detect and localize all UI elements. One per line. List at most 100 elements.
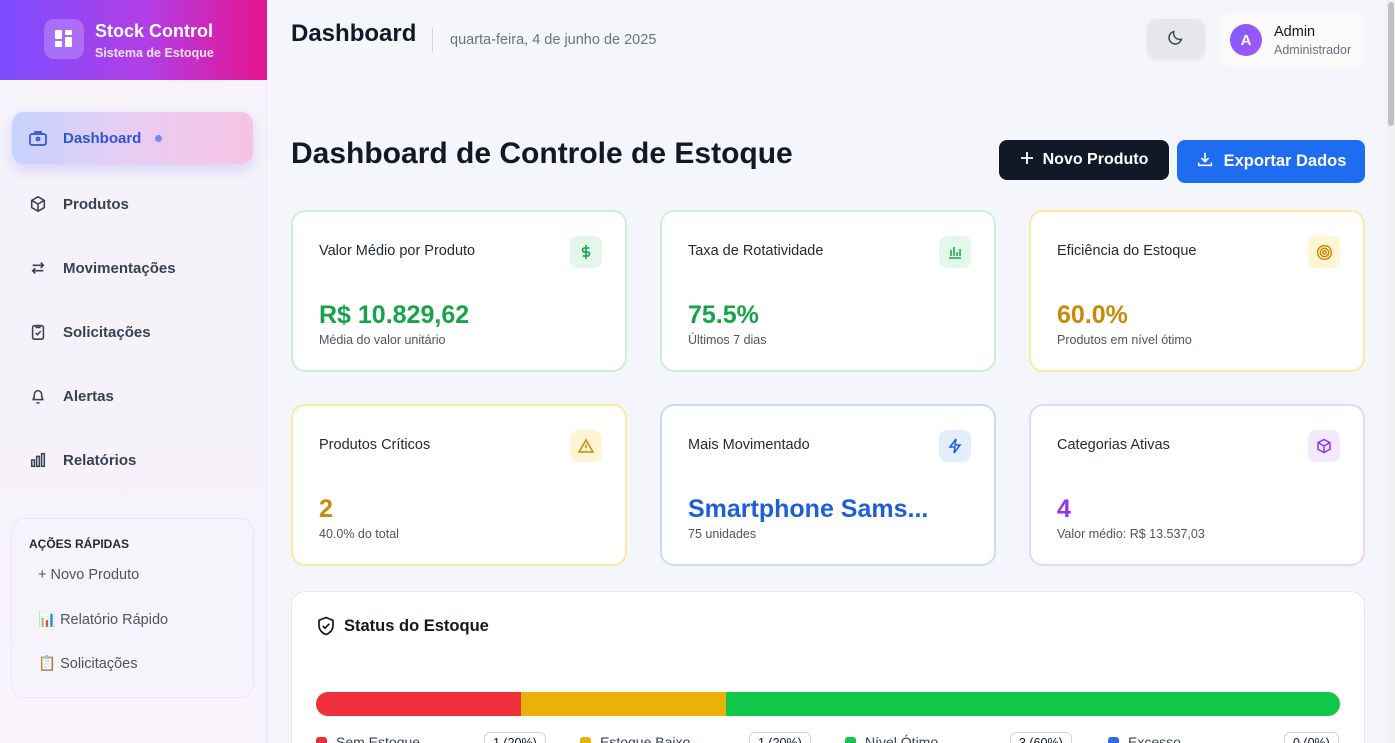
quick-action-requests[interactable]: 📋 Solicitações (38, 655, 137, 672)
legend-optimal-level: Nível Ótimo (845, 734, 938, 743)
card-label: Categorias Ativas (1057, 437, 1170, 453)
quick-actions-title: AÇÕES RÁPIDAS (29, 537, 130, 551)
sidebar-item-movimentacoes[interactable]: Movimentações (12, 242, 253, 294)
legend-count-badge: 1 (20%) (484, 732, 546, 743)
shield-check-icon (317, 616, 335, 641)
sidebar-item-label: Dashboard (63, 129, 142, 147)
target-icon (1308, 236, 1340, 268)
card-label: Taxa de Rotatividade (688, 243, 824, 259)
header-title: Dashboard (291, 20, 417, 47)
scrollbar-thumb[interactable] (1388, 2, 1394, 126)
card-value: R$ 10.829,62 (319, 301, 470, 329)
box-icon (27, 193, 49, 215)
user-role: Administrador (1274, 43, 1352, 57)
stock-status-bar (316, 692, 1340, 716)
legend-dot (845, 736, 856, 743)
avatar: A (1230, 24, 1262, 56)
sidebar-item-label: Solicitações (63, 323, 151, 341)
legend-dot (580, 736, 591, 743)
legend-label: Excesso (1128, 734, 1181, 743)
card-subtext: Últimos 7 dias (688, 333, 767, 347)
sidebar: Stock Control Sistema de Estoque Dashboa… (0, 0, 267, 743)
export-data-button[interactable]: Exportar Dados (1177, 140, 1365, 183)
briefcase-icon (27, 127, 49, 149)
stock-status-title: Status do Estoque (344, 617, 489, 635)
dashboard-grid-icon (44, 19, 84, 59)
card-subtext: Produtos em nível ótimo (1057, 333, 1192, 347)
legend-count-badge: 3 (60%) (1010, 732, 1072, 743)
bar-chart-icon (939, 236, 971, 268)
metric-card-stock-efficiency: Eficiência do Estoque 60.0% Produtos em … (1029, 210, 1365, 372)
bell-icon (27, 385, 49, 407)
card-subtext: 75 unidades (688, 527, 757, 541)
card-value: 60.0% (1057, 301, 1128, 329)
new-product-label: Novo Produto (1042, 151, 1149, 168)
sidebar-item-label: Produtos (63, 195, 129, 213)
card-label: Produtos Críticos (319, 437, 431, 453)
arrows-swap-icon (27, 257, 49, 279)
legend-dot (1108, 736, 1119, 743)
clipboard-icon (27, 321, 49, 343)
download-icon (1196, 150, 1214, 173)
sidebar-item-dashboard[interactable]: Dashboard (12, 112, 253, 164)
card-value: Smartphone Sams... (688, 495, 929, 523)
export-data-label: Exportar Dados (1223, 152, 1347, 170)
sidebar-item-label: Movimentações (63, 259, 176, 277)
stock-status-panel: Status do Estoque Sem Estoque 1 (20%) Es… (291, 591, 1365, 743)
plus-icon (1020, 151, 1034, 170)
warning-icon (570, 430, 602, 462)
legend-out-of-stock: Sem Estoque (316, 734, 420, 743)
user-menu[interactable]: A Admin Administrador (1220, 14, 1365, 66)
cube-icon (1308, 430, 1340, 462)
theme-toggle-button[interactable] (1147, 19, 1205, 59)
card-subtext: 40.0% do total (319, 527, 399, 541)
status-bar-segment-0 (316, 692, 521, 716)
user-name: Admin (1274, 24, 1316, 40)
moon-icon (1167, 28, 1185, 51)
card-value: 75.5% (688, 301, 759, 329)
legend-label: Nível Ótimo (865, 734, 939, 743)
sidebar-item-label: Relatórios (63, 451, 137, 469)
sidebar-item-produtos[interactable]: Produtos (12, 178, 253, 230)
card-subtext: Média do valor unitário (319, 333, 446, 347)
card-label: Eficiência do Estoque (1057, 243, 1197, 259)
dollar-icon (570, 236, 602, 268)
new-product-button[interactable]: Novo Produto (999, 140, 1169, 180)
metric-card-active-categories: Categorias Ativas 4 Valor médio: R$ 13.5… (1029, 404, 1365, 566)
sidebar-item-relatorios[interactable]: Relatórios (12, 434, 253, 486)
page-scrollbar[interactable] (1386, 0, 1395, 743)
header-date: quarta-feira, 4 de junho de 2025 (450, 32, 657, 48)
card-label: Valor Médio por Produto (319, 243, 476, 259)
brand-header: Stock Control Sistema de Estoque (0, 0, 267, 80)
sidebar-item-solicitacoes[interactable]: Solicitações (12, 306, 253, 358)
brand-subtitle: Sistema de Estoque (95, 46, 214, 60)
metric-card-most-moved: Mais Movimentado Smartphone Sams... 75 u… (660, 404, 996, 566)
legend-label: Estoque Baixo (600, 734, 691, 743)
status-bar-segment-1 (520, 692, 726, 716)
legend-dot (316, 736, 327, 743)
legend-label: Sem Estoque (336, 734, 421, 743)
header-divider (432, 28, 433, 52)
quick-action-new-product[interactable]: + Novo Produto (38, 567, 139, 583)
page-title: Dashboard de Controle de Estoque (291, 137, 793, 170)
status-bar-segment-2 (725, 692, 1340, 716)
active-indicator-dot (155, 134, 163, 142)
card-label: Mais Movimentado (688, 437, 810, 453)
metric-card-critical-products: Produtos Críticos 2 40.0% do total (291, 404, 627, 566)
metric-card-average-value: Valor Médio por Produto R$ 10.829,62 Méd… (291, 210, 627, 372)
metric-card-turnover-rate: Taxa de Rotatividade 75.5% Últimos 7 dia… (660, 210, 996, 372)
legend-count-badge: 0 (0%) (1284, 732, 1339, 743)
card-value: 2 (319, 495, 333, 523)
lightning-icon (939, 430, 971, 462)
sidebar-item-alertas[interactable]: Alertas (12, 370, 253, 422)
sidebar-item-label: Alertas (63, 387, 114, 405)
legend-excess: Excesso (1108, 734, 1181, 743)
legend-low-stock: Estoque Baixo (580, 734, 690, 743)
bar-chart-icon (27, 449, 49, 471)
quick-actions-panel: AÇÕES RÁPIDAS + Novo Produto 📊 Relatório… (11, 518, 254, 698)
card-value: 4 (1057, 495, 1071, 523)
quick-action-quick-report[interactable]: 📊 Relatório Rápido (38, 611, 168, 628)
card-subtext: Valor médio: R$ 13.537,03 (1057, 527, 1205, 541)
legend-count-badge: 1 (20%) (749, 732, 811, 743)
brand-title: Stock Control (95, 21, 214, 41)
